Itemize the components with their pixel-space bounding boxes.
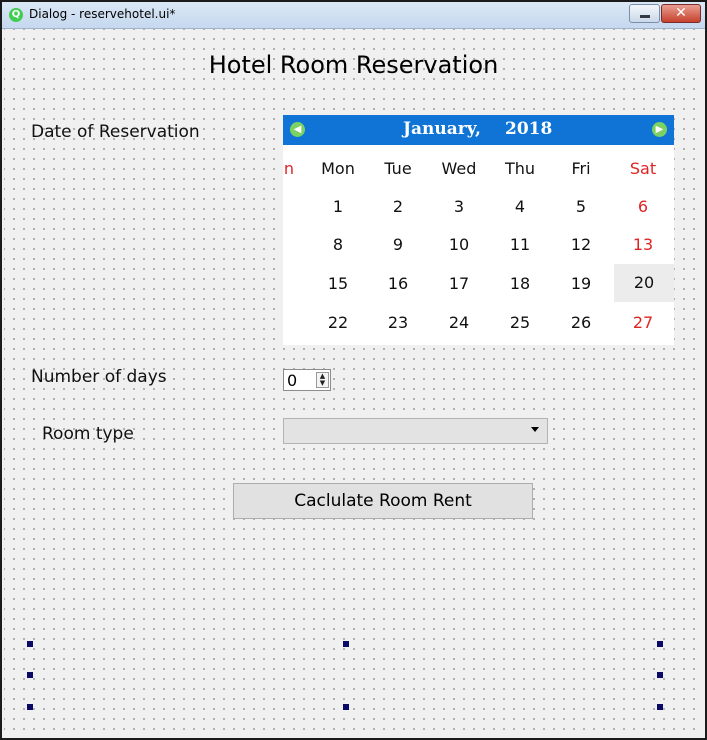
calendar-year[interactable]: 2018 (505, 119, 552, 139)
day-header-thu: Thu (504, 159, 536, 178)
day-header-wed: Wed (441, 159, 477, 178)
resize-handle-top-left[interactable] (27, 641, 33, 647)
resize-handle-bottom[interactable] (343, 704, 349, 710)
resize-handle-top[interactable] (343, 641, 349, 647)
page-title: Hotel Room Reservation (208, 51, 499, 79)
spinbox-value: 0 (287, 371, 298, 390)
calendar-day[interactable]: 17 (439, 274, 479, 293)
close-button[interactable]: ✕ (661, 4, 701, 23)
calendar-day[interactable]: 18 (500, 274, 540, 293)
calendar-widget[interactable]: ◀ January, 2018 ▶ n Mon Tue Wed Thu Fri … (283, 115, 674, 345)
calendar-day-weekend[interactable]: 13 (623, 235, 663, 254)
calendar-day[interactable]: 19 (561, 274, 601, 293)
calendar-day[interactable]: 25 (500, 313, 540, 332)
day-header-partial: n (283, 159, 295, 178)
calendar-day[interactable]: 3 (439, 197, 479, 216)
calendar-day[interactable]: 8 (318, 235, 358, 254)
calculate-room-rent-button[interactable]: Caclulate Room Rent (233, 483, 533, 519)
calendar-day[interactable]: 9 (378, 235, 418, 254)
calendar-day[interactable]: 5 (561, 197, 601, 216)
number-of-days-spinbox[interactable]: 0 ▲ ▼ (283, 369, 331, 391)
resize-handle-left[interactable] (27, 672, 33, 678)
day-header-fri: Fri (571, 159, 591, 178)
calendar-day[interactable]: 11 (500, 235, 540, 254)
calendar-day[interactable]: 12 (561, 235, 601, 254)
calendar-day-weekend[interactable]: 6 (623, 197, 663, 216)
window-title: Dialog - reservehotel.ui* (29, 7, 176, 21)
dialog-window: Q Dialog - reservehotel.ui* ✕ Hotel Room… (0, 0, 707, 740)
resize-handle-bottom-right[interactable] (657, 704, 663, 710)
spin-arrows-icon[interactable]: ▲ ▼ (316, 372, 329, 388)
qt-app-icon: Q (9, 8, 23, 22)
day-header-mon: Mon (321, 159, 355, 178)
calendar-day[interactable]: 1 (318, 197, 358, 216)
next-month-icon[interactable]: ▶ (652, 122, 667, 137)
calendar-day[interactable]: 10 (439, 235, 479, 254)
room-type-label: Room type (42, 424, 134, 444)
number-of-days-label: Number of days (31, 367, 167, 387)
calendar-day[interactable]: 22 (318, 313, 358, 332)
calendar-day[interactable]: 24 (439, 313, 479, 332)
calendar-day[interactable]: 2 (378, 197, 418, 216)
form-canvas: Hotel Room Reservation Date of Reservati… (4, 29, 703, 738)
previous-month-icon[interactable]: ◀ (290, 122, 305, 137)
calendar-day[interactable]: 23 (378, 313, 418, 332)
calendar-day[interactable]: 4 (500, 197, 540, 216)
calendar-day-selected[interactable]: 20 (614, 264, 674, 302)
calendar-month[interactable]: January, (403, 119, 481, 139)
calendar-day[interactable]: 15 (318, 274, 358, 293)
date-of-reservation-label: Date of Reservation (31, 122, 200, 142)
dropdown-arrow-icon[interactable] (531, 427, 539, 432)
calendar-day[interactable]: 26 (561, 313, 601, 332)
title-bar[interactable]: Q Dialog - reservehotel.ui* ✕ (2, 2, 705, 29)
resize-handle-right[interactable] (657, 672, 663, 678)
resize-handle-bottom-left[interactable] (27, 704, 33, 710)
calendar-day-weekend[interactable]: 27 (623, 313, 663, 332)
minimize-icon (640, 15, 650, 18)
day-header-tue: Tue (384, 159, 412, 178)
minimize-button[interactable] (629, 4, 660, 23)
day-header-sat: Sat (629, 159, 657, 178)
calendar-day[interactable]: 16 (378, 274, 418, 293)
close-icon: ✕ (675, 5, 687, 21)
calendar-navigation-bar: ◀ January, 2018 ▶ (283, 115, 674, 145)
resize-handle-top-right[interactable] (657, 641, 663, 647)
room-type-combobox[interactable] (283, 418, 548, 444)
